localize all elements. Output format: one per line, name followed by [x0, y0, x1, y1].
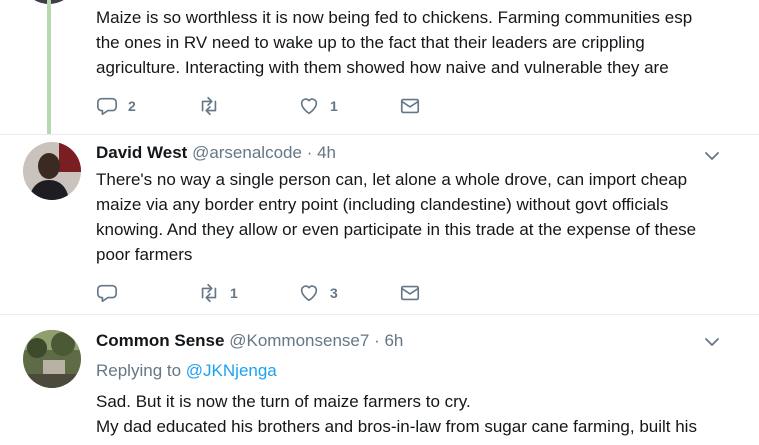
tweet-text-line: There's no way a single person can, let … [96, 170, 688, 189]
retweet-icon [198, 95, 220, 117]
tweet-menu-button[interactable] [703, 147, 721, 165]
tweet-text-line: the ones in RV need to wake up to the fa… [96, 33, 645, 52]
heart-icon [298, 95, 320, 117]
like-count: 1 [330, 98, 338, 114]
retweet-button[interactable] [198, 94, 230, 118]
reply-count: 2 [128, 98, 136, 114]
tweet-actions: 2 1 [96, 94, 436, 118]
tweet-menu-button[interactable] [703, 333, 721, 351]
tweet-text: Maize is so worthless it is now being fe… [96, 5, 736, 80]
dm-button[interactable] [399, 281, 421, 305]
like-button[interactable]: 1 [298, 94, 338, 118]
like-count: 3 [330, 285, 338, 301]
envelope-icon [399, 282, 421, 304]
retweet-icon [198, 282, 220, 304]
separator-dot: · [306, 143, 313, 162]
tweet-header: David West @arsenalcode · 4h [96, 143, 336, 163]
tweet-text: There's no way a single person can, let … [96, 167, 736, 267]
avatar[interactable] [23, 142, 81, 200]
tweet-time[interactable]: 6h [384, 331, 403, 350]
avatar[interactable] [23, 330, 81, 388]
tweet-text-line: Maize is so worthless it is now being fe… [96, 8, 693, 27]
user-handle[interactable]: @Kommonsense7 [229, 331, 369, 350]
retweet-button[interactable]: 1 [198, 281, 238, 305]
thread-line [47, 0, 51, 134]
chevron-down-icon [703, 338, 721, 355]
replying-to-link[interactable]: @JKNjenga [186, 361, 277, 380]
tweet-text-line: knowing. And they allow or even particip… [96, 220, 697, 239]
envelope-icon [399, 95, 421, 117]
reply-icon [96, 282, 118, 304]
like-button[interactable]: 3 [298, 281, 338, 305]
replying-to-label: Replying to [96, 361, 182, 380]
tweet-text-line: My dad educated his brothers and bros-in… [96, 417, 697, 436]
tweet-actions: 1 3 [96, 281, 436, 305]
replying-to: Replying to @JKNjenga [96, 361, 277, 381]
reply-button[interactable] [96, 281, 128, 305]
reply-button[interactable]: 2 [96, 94, 136, 118]
heart-icon [298, 282, 320, 304]
tweet-text-line: maize via any border entry point (includ… [96, 195, 669, 214]
tweet-time[interactable]: 4h [317, 143, 336, 162]
tweet-2[interactable]: David West @arsenalcode · 4h There's no … [0, 135, 759, 314]
tweet-header: Common Sense @Kommonsense7 · 6h [96, 331, 403, 351]
tweet-3[interactable]: Common Sense @Kommonsense7 · 6h Replying… [0, 315, 759, 445]
reply-icon [96, 95, 118, 117]
user-name[interactable]: Common Sense [96, 331, 224, 350]
tweet-text: Sad. But it is now the turn of maize far… [96, 389, 736, 439]
user-handle[interactable]: @arsenalcode [192, 143, 302, 162]
retweet-count: 1 [230, 285, 238, 301]
tweet-text-line: Sad. But it is now the turn of maize far… [96, 392, 471, 411]
user-name[interactable]: David West [96, 143, 187, 162]
tweet-text-line: poor farmers [96, 245, 193, 264]
tweet-text-line: agriculture. Interacting with them showe… [96, 58, 669, 77]
dm-button[interactable] [399, 94, 421, 118]
separator-dot: · [374, 331, 380, 350]
tweet-1[interactable]: Maize is so worthless it is now being fe… [0, 0, 759, 134]
